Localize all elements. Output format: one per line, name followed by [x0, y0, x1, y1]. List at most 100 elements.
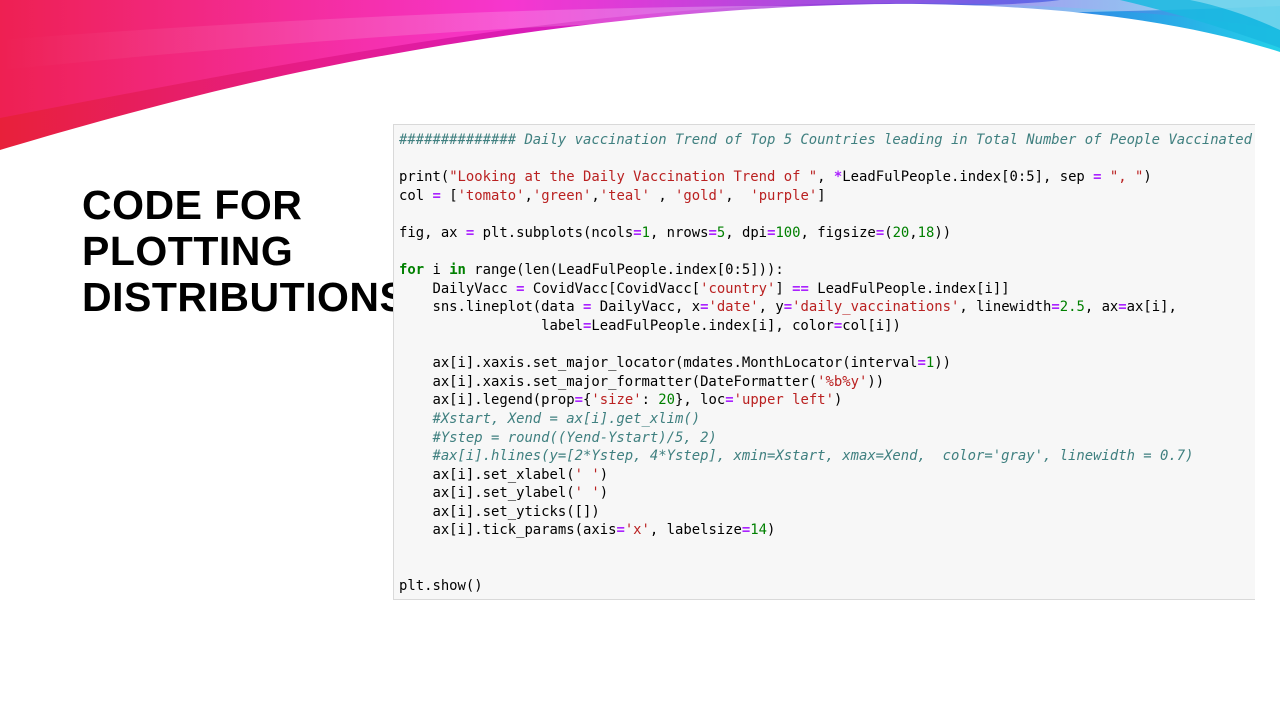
code-token: 14: [750, 522, 768, 539]
code-token: ' ': [574, 466, 600, 483]
code-token: =: [633, 224, 642, 241]
code-token: ", ": [1109, 169, 1144, 186]
code-token: col[i]): [842, 317, 901, 334]
code-token: }, loc: [675, 392, 726, 409]
code-token: ax[i].legend(prop: [399, 392, 575, 409]
code-token: ,: [725, 187, 751, 204]
code-token: =: [1051, 299, 1060, 316]
code-token: 100: [775, 224, 801, 241]
code-token: 20: [658, 392, 676, 409]
code-line: for i in range(len(LeadFulPeople.index[0…: [399, 261, 1255, 280]
code-token: =: [708, 224, 717, 241]
code-token: #Xstart, Xend = ax[i].get_xlim(): [399, 410, 701, 427]
code-token: ax[i].set_yticks([]): [399, 503, 600, 520]
code-token: col: [399, 187, 433, 204]
code-token: DailyVacc: [399, 280, 517, 297]
code-token: )): [867, 373, 885, 390]
code-line: #ax[i].hlines(y=[2*Ystep, 4*Ystep], xmin…: [399, 447, 1255, 466]
code-token: ): [767, 522, 776, 539]
code-token: CovidVacc[CovidVacc[: [524, 280, 701, 297]
code-token: "Looking at the Daily Vaccination Trend …: [449, 169, 818, 186]
code-line: ax[i].tick_params(axis='x', labelsize=14…: [399, 521, 1255, 540]
code-token: , figsize: [800, 224, 876, 241]
code-token: plt.subplots(ncols: [474, 224, 634, 241]
code-token: 1: [641, 224, 650, 241]
code-token: , ax: [1084, 299, 1119, 316]
code-token: =: [725, 392, 734, 409]
code-token: 'teal': [599, 187, 650, 204]
code-token: [: [440, 187, 458, 204]
code-token: ax[i],: [1126, 299, 1177, 316]
code-token: 2.5: [1059, 299, 1085, 316]
code-token: ,: [524, 187, 533, 204]
code-line: fig, ax = plt.subplots(ncols=1, nrows=5,…: [399, 224, 1255, 243]
code-token: =: [833, 317, 843, 334]
code-token: #ax[i].hlines(y=[2*Ystep, 4*Ystep], xmin…: [399, 448, 1194, 465]
code-line: col = ['tomato','green','teal' , 'gold',…: [399, 187, 1255, 206]
code-line: #Ystep = round((Yend-Ystart)/5, 2): [399, 429, 1255, 448]
code-line: plt.show(): [399, 577, 1255, 596]
code-line: ax[i].set_ylabel(' '): [399, 484, 1255, 503]
code-token: =: [574, 392, 583, 409]
code-token: , labelsize: [649, 522, 742, 539]
code-token: 'size': [591, 392, 642, 409]
code-token: ,: [591, 187, 600, 204]
code-token: =: [1118, 299, 1127, 316]
code-token: i: [424, 262, 450, 279]
code-token: ): [1143, 169, 1152, 186]
code-line: ax[i].set_yticks([]): [399, 503, 1255, 522]
code-token: ax[i].tick_params(axis: [399, 522, 617, 539]
code-token: fig, ax: [399, 224, 466, 241]
code-token: =: [432, 187, 441, 204]
code-line: ax[i].legend(prop={'size': 20}, loc='upp…: [399, 391, 1255, 410]
code-token: plt.show(): [399, 578, 483, 595]
code-token: ]: [817, 187, 826, 204]
code-token: ' ': [574, 485, 600, 502]
code-token: =: [616, 522, 625, 539]
code-token: )): [934, 355, 951, 372]
code-token: sns.lineplot(data: [399, 299, 583, 316]
code-token: 1: [925, 355, 935, 372]
code-token: range(len(LeadFulPeople.index[0:5])):: [465, 262, 784, 279]
code-token: ,: [817, 169, 834, 186]
code-token: ax[i].xaxis.set_major_formatter(DateForm…: [399, 373, 818, 390]
code-block: ############## Daily vaccination Trend o…: [394, 125, 1255, 596]
code-token: LeadFulPeople.index[i], color: [591, 317, 834, 334]
code-cell[interactable]: ############## Daily vaccination Trend o…: [393, 124, 1255, 600]
code-token: ): [599, 485, 609, 502]
code-token: (: [884, 224, 893, 241]
code-token: 'purple': [750, 187, 818, 204]
code-token: ax[i].set_xlabel(: [399, 466, 575, 483]
code-line: ax[i].set_xlabel(' '): [399, 466, 1255, 485]
slide-title-line: DISTRIBUTIONS: [82, 274, 408, 320]
code-line: ax[i].xaxis.set_major_locator(mdates.Mon…: [399, 354, 1255, 373]
code-token: for: [399, 262, 425, 279]
code-line: ############## Daily vaccination Trend o…: [399, 131, 1255, 150]
code-token: *: [833, 169, 843, 186]
slide-title-line: PLOTTING: [82, 228, 294, 274]
code-token: ax[i].set_ylabel(: [399, 485, 575, 502]
code-token: ,: [649, 187, 676, 204]
code-token: 20: [892, 224, 910, 241]
code-line: DailyVacc = CovidVacc[CovidVacc['country…: [399, 280, 1255, 299]
code-token: ,: [909, 224, 918, 241]
code-token: DailyVacc, x: [591, 299, 701, 316]
code-token: 'daily_vaccinations': [792, 299, 960, 316]
code-token: ############## Daily vaccination Trend o…: [399, 132, 1253, 148]
code-line: print("Looking at the Daily Vaccination …: [399, 168, 1255, 187]
code-token: label: [399, 317, 583, 334]
code-token: :: [641, 392, 659, 409]
code-line: ax[i].xaxis.set_major_formatter(DateForm…: [399, 373, 1255, 392]
code-token: 'tomato': [457, 187, 525, 204]
code-line: #Xstart, Xend = ax[i].get_xlim(): [399, 410, 1255, 429]
code-token: 5: [716, 224, 726, 241]
code-token: , linewidth: [959, 299, 1052, 316]
code-token: )): [934, 224, 952, 241]
